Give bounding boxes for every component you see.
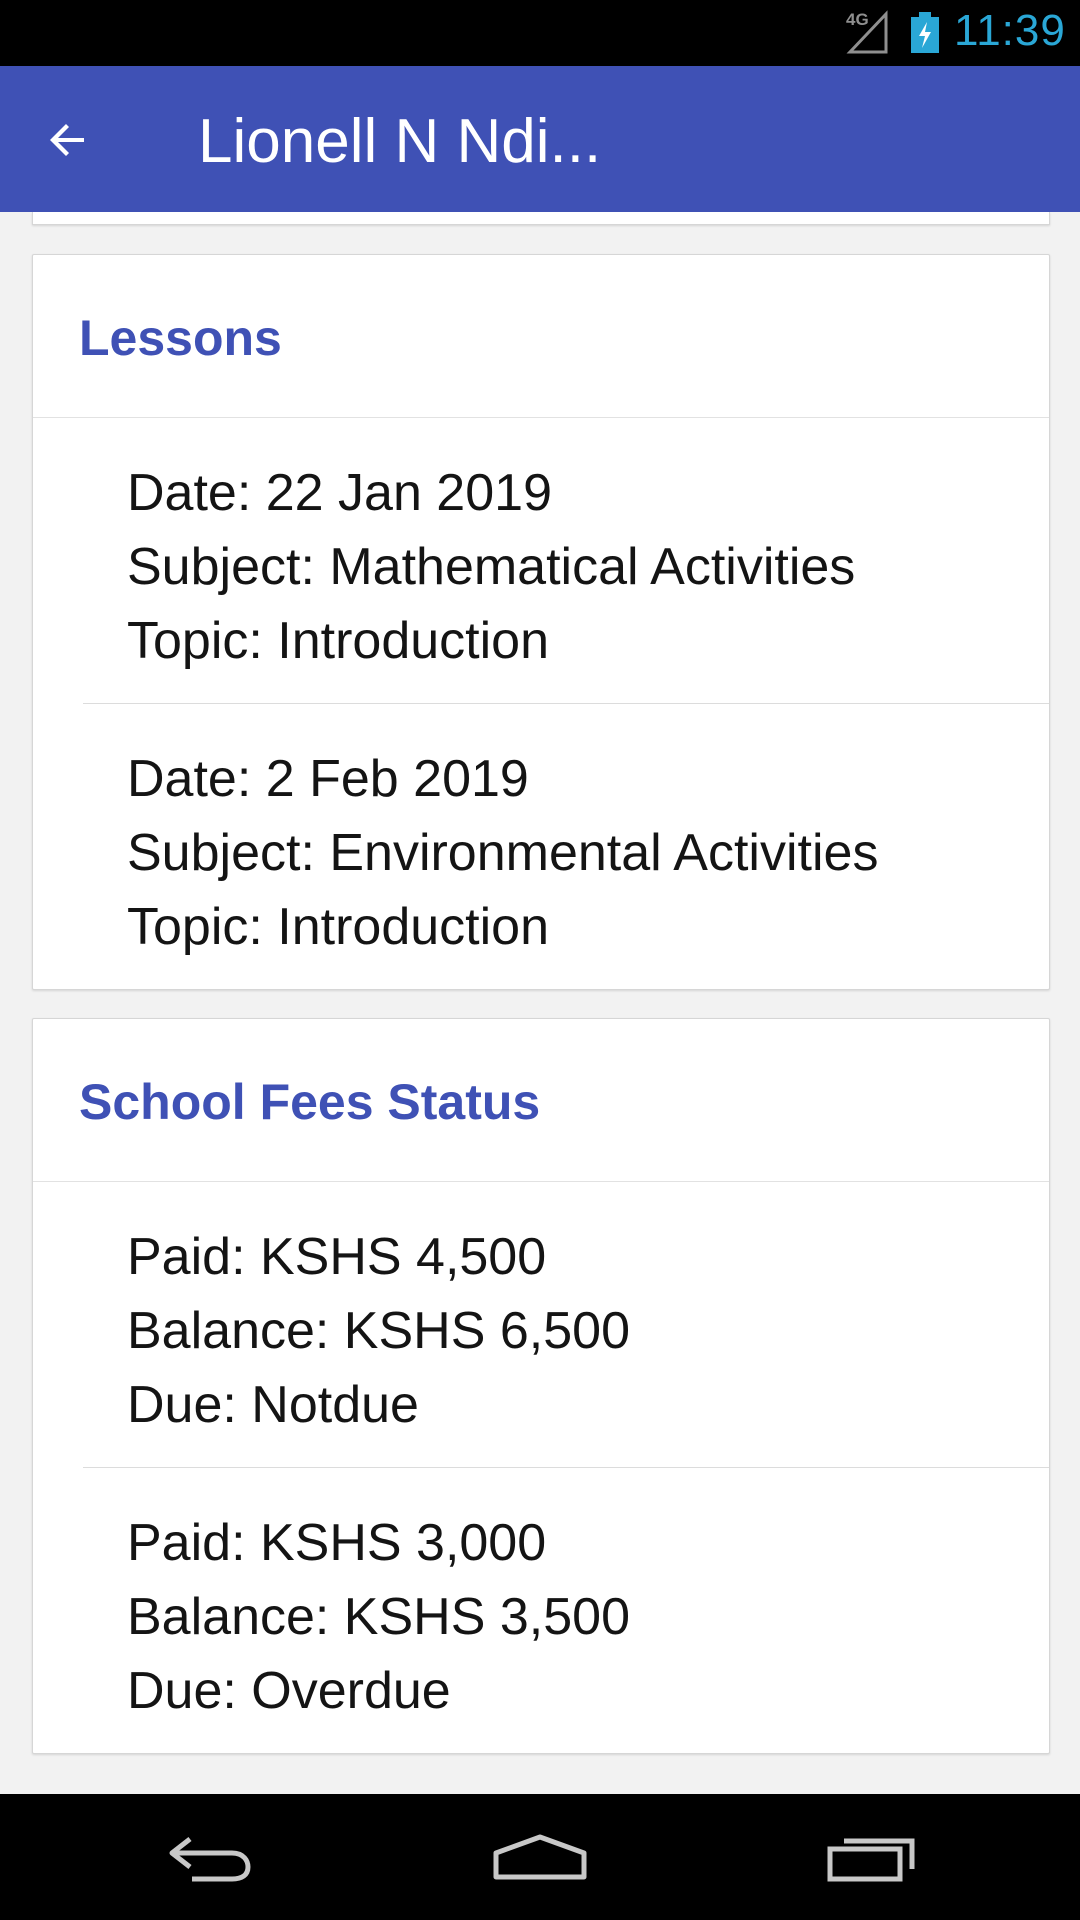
fee-balance: Balance: KSHS 3,500: [127, 1588, 630, 1646]
clock: 11:39: [954, 6, 1066, 55]
lesson-subject: Subject: Environmental Activities: [127, 824, 879, 882]
content-scroll-area[interactable]: Lessons Date: 22 Jan 2019 Subject: Mathe…: [0, 212, 1080, 1794]
lesson-date: Date: 2 Feb 2019: [127, 750, 529, 808]
lesson-date: Date: 22 Jan 2019: [127, 464, 552, 522]
lesson-subject: Subject: Mathematical Activities: [127, 538, 856, 596]
fee-paid: Paid: KSHS 3,000: [127, 1514, 547, 1572]
back-nav-icon: [169, 1837, 251, 1882]
nav-recent-apps-button[interactable]: [812, 1814, 932, 1900]
network-type-label: 4G: [846, 10, 869, 29]
app-bar: Lionell N Ndi...: [0, 66, 1080, 212]
school-fees-title: School Fees Status: [79, 1074, 541, 1130]
fee-item[interactable]: Paid: KSHS 3,000 Balance: KSHS 3,500 Due…: [83, 1467, 1049, 1753]
fee-paid: Paid: KSHS 4,500: [127, 1228, 547, 1286]
fee-due-status: Due: Overdue: [127, 1662, 451, 1720]
back-button[interactable]: [30, 102, 106, 178]
lesson-topic: Topic: Introduction: [127, 898, 550, 956]
lesson-topic: Topic: Introduction: [127, 612, 550, 670]
lessons-title: Lessons: [79, 310, 282, 366]
lesson-item[interactable]: Date: 22 Jan 2019 Subject: Mathematical …: [83, 418, 1049, 703]
battery-icon: [911, 12, 939, 53]
nav-home-button[interactable]: [480, 1814, 600, 1900]
lessons-card-header: Lessons: [33, 255, 1049, 418]
lessons-card: Lessons Date: 22 Jan 2019 Subject: Mathe…: [32, 254, 1050, 990]
previous-card-edge: [32, 212, 1050, 225]
school-fees-card: School Fees Status Paid: KSHS 4,500 Bala…: [32, 1018, 1050, 1754]
school-fees-card-header: School Fees Status: [33, 1019, 1049, 1182]
page-title: Lionell N Ndi...: [198, 107, 602, 176]
nav-back-button[interactable]: [150, 1814, 270, 1900]
fee-balance: Balance: KSHS 6,500: [127, 1302, 630, 1360]
home-nav-icon: [493, 1834, 587, 1880]
recent-apps-icon: [827, 1838, 915, 1882]
lesson-item[interactable]: Date: 2 Feb 2019 Subject: Environmental …: [83, 703, 1049, 989]
fee-due-status: Due: Notdue: [127, 1376, 419, 1434]
status-bar: 4G 11:39: [0, 0, 1080, 66]
arrow-back-icon: [50, 124, 84, 156]
navigation-bar: [0, 1794, 1080, 1920]
fee-item[interactable]: Paid: KSHS 4,500 Balance: KSHS 6,500 Due…: [83, 1182, 1049, 1467]
